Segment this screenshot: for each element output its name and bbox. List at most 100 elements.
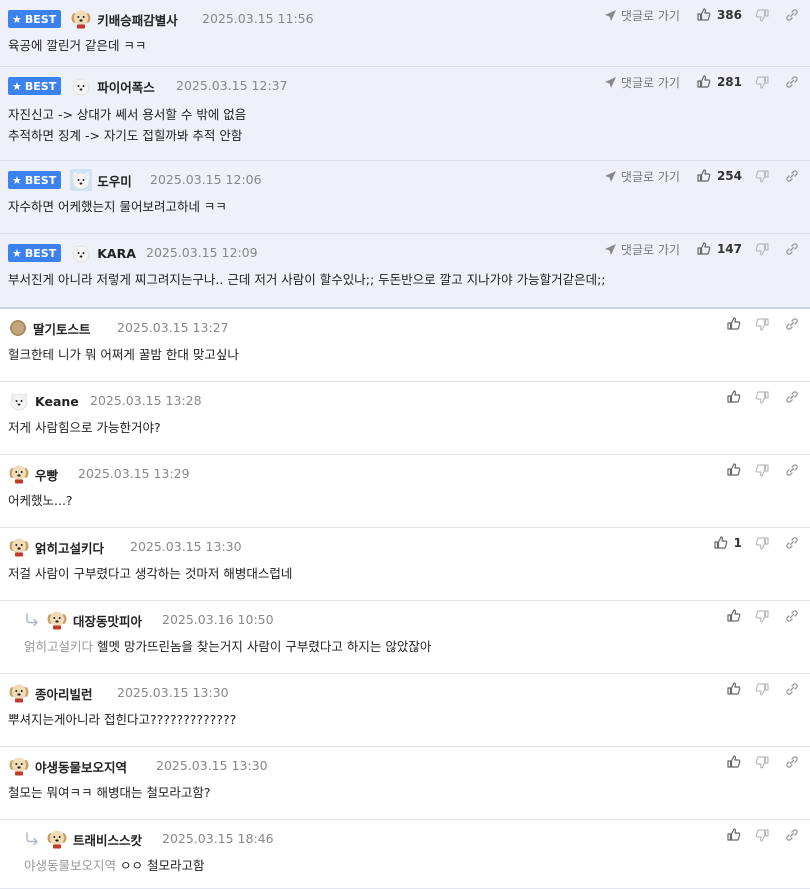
comment-date: 2025.03.15 12:06 (150, 172, 262, 187)
like-button[interactable] (726, 681, 742, 697)
best-comment: ★ BEST 파이어폭스 2025.03.15 12:37 자진신고 -> 상대가 쎄서… (0, 67, 810, 161)
like-button[interactable] (726, 827, 742, 843)
dislike-button[interactable] (754, 74, 770, 90)
dislike-button[interactable] (754, 535, 770, 551)
dislike-button[interactable] (754, 827, 770, 843)
comment-date: 2025.03.16 10:50 (162, 612, 274, 627)
goto-comment-label: 댓글로 가기 (620, 8, 680, 23)
avatar[interactable] (70, 75, 92, 97)
nickname[interactable]: KARA (97, 246, 136, 261)
link-button[interactable] (784, 241, 800, 257)
dislike-button[interactable] (754, 462, 770, 478)
goto-comment-button[interactable]: 댓글로 가기 (604, 7, 680, 24)
like-button[interactable] (726, 608, 742, 624)
link-button[interactable] (784, 608, 800, 624)
comment-text: 야생동물보오지역 ㅇㅇ 철모라고함 (24, 855, 204, 877)
dislike-button[interactable] (754, 241, 770, 257)
dislike-button[interactable] (754, 754, 770, 770)
avatar[interactable] (8, 318, 28, 338)
link-button[interactable] (784, 462, 800, 478)
mention-nickname[interactable]: 야생동물보오지역 (24, 858, 120, 873)
avatar[interactable] (8, 682, 30, 704)
link-button[interactable] (784, 7, 800, 23)
nickname[interactable]: 얽히고설키다 (35, 538, 104, 557)
link-button[interactable] (784, 168, 800, 184)
link-button[interactable] (784, 389, 800, 405)
comment-date: 2025.03.15 12:37 (176, 78, 288, 93)
link-icon (784, 535, 800, 551)
thumbs-up-icon (726, 681, 742, 697)
like-button[interactable]: 254 (696, 168, 742, 184)
dislike-button[interactable] (754, 389, 770, 405)
nickname[interactable]: 트래비스스캇 (73, 830, 142, 849)
dislike-button[interactable] (754, 316, 770, 332)
comment-text: 헐크한테 니가 뭐 어쩌게 꿀밤 한대 맞고싶나 (8, 347, 239, 362)
comment-header: 종아리빌런 (8, 682, 115, 704)
best-comment: ★ BEST 도우미 2025.03.15 12:06 자수하면 어케했는지 물어보려고… (0, 161, 810, 234)
best-comment: ★ BEST KARA 2025.03.15 12:09 부서진게 아니라 저렇게 찌그… (0, 234, 810, 309)
best-label: BEST (24, 79, 57, 93)
avatar[interactable] (8, 755, 30, 777)
thumbs-down-icon (754, 608, 770, 624)
link-button[interactable] (784, 681, 800, 697)
comment-date: 2025.03.15 13:29 (78, 466, 190, 481)
nickname[interactable]: 파이어폭스 (97, 77, 155, 96)
like-button[interactable]: 281 (696, 74, 742, 90)
like-button[interactable]: 386 (696, 7, 742, 23)
nickname[interactable]: 종아리빌런 (35, 684, 93, 703)
reply-arrow-icon (24, 831, 40, 847)
nickname[interactable]: 야생동물보오지역 (35, 757, 127, 776)
goto-comment-button[interactable]: 댓글로 가기 (604, 241, 680, 258)
comment: 우빵 2025.03.15 13:29 어케했노...? (0, 455, 810, 528)
link-button[interactable] (784, 535, 800, 551)
goto-comment-button[interactable]: 댓글로 가기 (604, 168, 680, 185)
link-icon (784, 827, 800, 843)
like-button[interactable] (726, 389, 742, 405)
avatar[interactable] (70, 169, 93, 191)
like-count: 386 (716, 8, 742, 22)
nickname[interactable]: 우빵 (35, 465, 58, 484)
nickname[interactable]: 딸기토스트 (33, 319, 91, 338)
link-icon (784, 74, 800, 90)
mention-nickname[interactable]: 얽히고설키다 (24, 639, 97, 654)
nickname[interactable]: 도우미 (97, 171, 132, 190)
comment-actions: 댓글로 가기 147 (604, 240, 800, 258)
nickname[interactable]: 대장동맛피아 (73, 611, 142, 630)
like-button[interactable] (726, 462, 742, 478)
like-button[interactable] (726, 316, 742, 332)
goto-comment-button[interactable]: 댓글로 가기 (604, 74, 680, 91)
dislike-button[interactable] (754, 168, 770, 184)
avatar[interactable] (70, 242, 92, 264)
comment-actions (726, 461, 800, 479)
comment-actions (726, 826, 800, 844)
dislike-button[interactable] (754, 608, 770, 624)
comment-header: ★ BEST KARA (8, 242, 158, 264)
comment-date: 2025.03.15 13:30 (156, 758, 268, 773)
comment-text: 철모는 뭐여ㅋㅋ 해병대는 철모라고함? (8, 785, 211, 800)
comment-header: Keane (8, 390, 101, 412)
avatar[interactable] (46, 609, 68, 631)
like-button[interactable]: 147 (696, 241, 742, 257)
best-badge: ★ BEST (8, 171, 62, 189)
comment: 종아리빌런 2025.03.15 13:30 뿌셔지는게아니라 접힌다고??????… (0, 674, 810, 747)
dislike-button[interactable] (754, 7, 770, 23)
thumbs-up-icon (726, 389, 742, 405)
like-button[interactable] (726, 754, 742, 770)
avatar[interactable] (8, 536, 30, 558)
send-icon (604, 242, 617, 256)
avatar[interactable] (46, 828, 68, 850)
link-button[interactable] (784, 316, 800, 332)
thumbs-up-icon (726, 827, 742, 843)
avatar[interactable] (8, 390, 30, 412)
nickname[interactable]: 키배승패감별사 (97, 10, 178, 29)
link-button[interactable] (784, 74, 800, 90)
nickname[interactable]: Keane (35, 394, 79, 409)
thumbs-down-icon (754, 754, 770, 770)
best-label: BEST (24, 173, 57, 187)
avatar[interactable] (8, 463, 30, 485)
link-button[interactable] (784, 754, 800, 770)
dislike-button[interactable] (754, 681, 770, 697)
link-button[interactable] (784, 827, 800, 843)
like-button[interactable]: 1 (713, 535, 742, 551)
avatar[interactable] (70, 8, 92, 30)
